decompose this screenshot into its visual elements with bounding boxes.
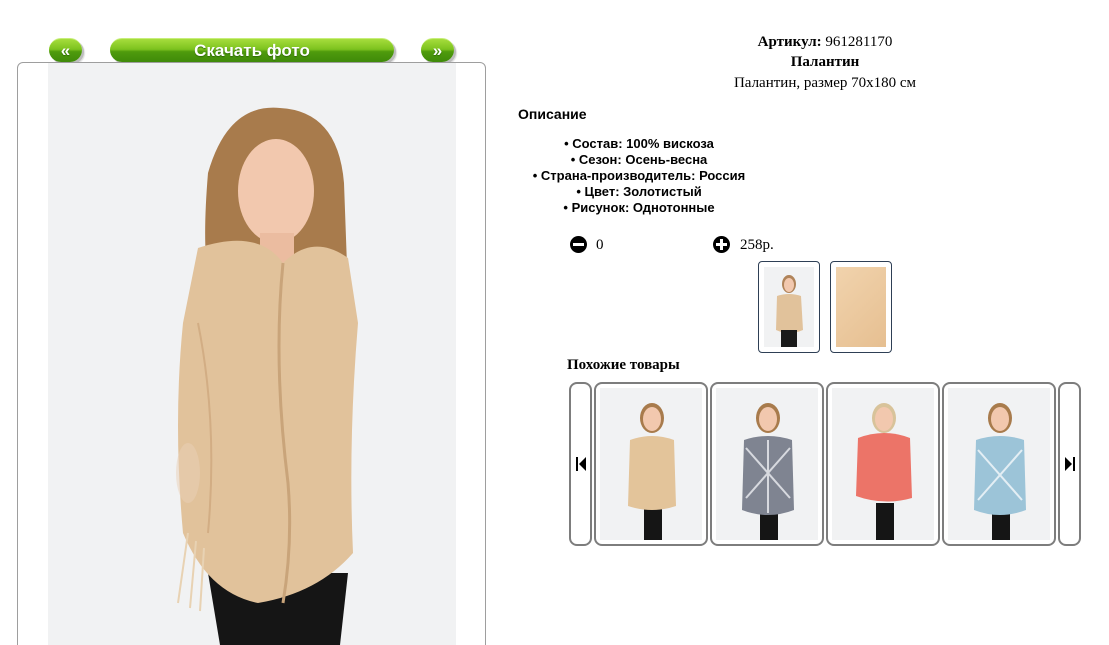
description-heading: Описание <box>518 106 587 122</box>
minus-icon[interactable] <box>570 236 587 253</box>
main-product-photo[interactable] <box>48 63 456 645</box>
fabric-swatch-image <box>836 267 886 347</box>
similar-product-card[interactable] <box>826 382 940 546</box>
similar-product-card[interactable] <box>710 382 824 546</box>
property-item: Рисунок: Однотонные <box>518 200 760 216</box>
skip-back-icon <box>576 457 586 471</box>
quantity-value: 0 <box>596 237 604 253</box>
carousel-next-button[interactable] <box>1058 382 1081 546</box>
model-wearing-scarf-image <box>48 63 456 645</box>
product-title: Палантин <box>790 54 860 70</box>
product-subtitle: Палантин, размер 70х180 см <box>733 75 917 91</box>
similar-product-image <box>832 388 934 540</box>
similar-product-card[interactable] <box>594 382 708 546</box>
similar-product-image <box>600 388 702 540</box>
article-line: Артикул: 961281170 <box>530 34 1109 51</box>
property-item: Состав: 100% вискоза <box>518 136 760 152</box>
price-value: 258р. <box>740 237 774 253</box>
article-number: 961281170 <box>825 34 893 50</box>
similar-product-card[interactable] <box>942 382 1056 546</box>
carousel-prev-button[interactable] <box>569 382 592 546</box>
download-photo-button[interactable]: Скачать фото <box>110 38 394 62</box>
property-item: Страна-производитель: Россия <box>518 168 760 184</box>
next-photo-button[interactable]: » <box>421 38 454 62</box>
skip-forward-icon <box>1065 457 1075 471</box>
properties-list: Состав: 100% вискоза Сезон: Осень-весна … <box>518 136 760 216</box>
plus-icon[interactable] <box>713 236 730 253</box>
main-photo-frame <box>17 62 486 645</box>
previous-photo-button[interactable]: « <box>49 38 82 62</box>
article-label: Артикул: <box>757 34 822 50</box>
photo-thumbnail-model[interactable] <box>758 261 820 353</box>
property-item: Цвет: Золотистый <box>518 184 760 200</box>
property-item: Сезон: Осень-весна <box>518 152 760 168</box>
similar-product-image <box>716 388 818 540</box>
thumbnail-model-image <box>764 267 814 347</box>
photo-thumbnail-fabric[interactable] <box>830 261 892 353</box>
similar-products-heading: Похожие товары <box>567 357 680 373</box>
similar-product-image <box>948 388 1050 540</box>
